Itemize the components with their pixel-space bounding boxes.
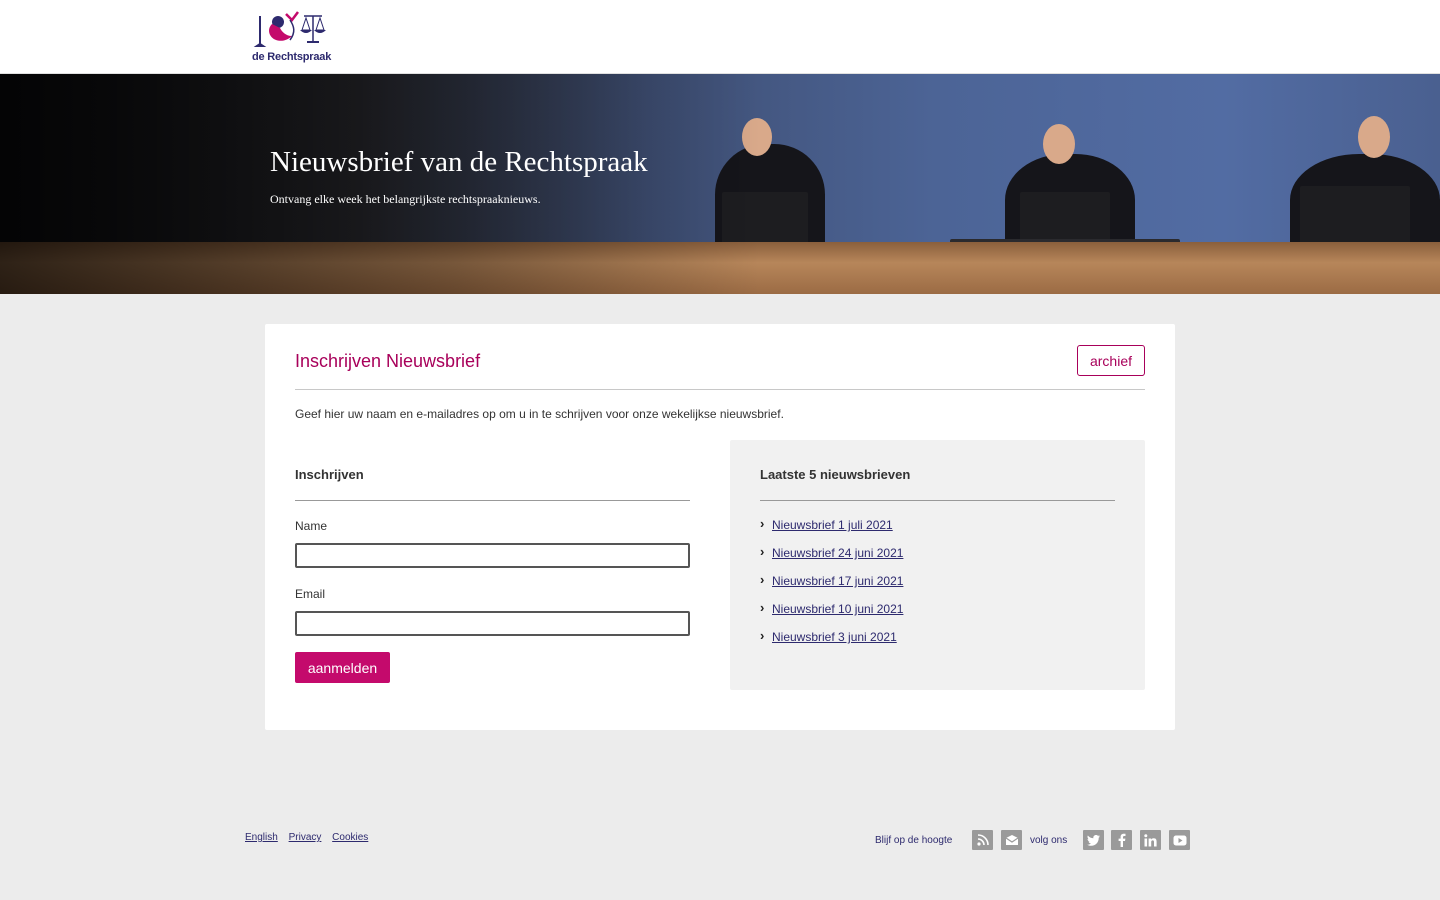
scales-of-justice-icon <box>253 11 326 47</box>
newsletter-link[interactable]: Nieuwsbrief 1 juli 2021 <box>772 518 893 532</box>
newsletter-list: › Nieuwsbrief 1 juli 2021 › Nieuwsbrief … <box>760 516 903 658</box>
email-label: Email <box>295 587 326 601</box>
footer-links: English Privacy Cookies <box>245 832 376 843</box>
list-item: › Nieuwsbrief 3 juni 2021 <box>760 628 903 658</box>
newsletter-card: Inschrijven Nieuwsbrief archief Geef hie… <box>265 324 1175 730</box>
rechtspraak-logo[interactable]: de Rechtspraak <box>250 10 334 64</box>
chevron-right-icon: › <box>760 628 765 643</box>
list-item: › Nieuwsbrief 24 juni 2021 <box>760 544 903 574</box>
hero-title: Nieuwsbrief van de Rechtspraak <box>270 146 648 178</box>
rss-icon[interactable] <box>972 830 993 850</box>
divider <box>760 500 1115 501</box>
hero-subtitle: Ontvang elke week het belangrijkste rech… <box>270 192 541 206</box>
hero-photo-face <box>1358 116 1390 158</box>
archive-button[interactable]: archief <box>1077 345 1145 376</box>
linkedin-icon[interactable] <box>1140 830 1161 850</box>
chevron-right-icon: › <box>760 516 765 531</box>
twitter-icon[interactable] <box>1083 830 1104 850</box>
name-input[interactable] <box>295 543 690 568</box>
facebook-icon[interactable] <box>1111 830 1132 850</box>
email-input[interactable] <box>295 611 690 636</box>
newsletter-link[interactable]: Nieuwsbrief 3 juni 2021 <box>772 630 897 644</box>
newsletter-link[interactable]: Nieuwsbrief 24 juni 2021 <box>772 546 903 560</box>
page-title: Inschrijven Nieuwsbrief <box>295 351 481 371</box>
latest-newsletters-panel: Laatste 5 nieuwsbrieven › Nieuwsbrief 1 … <box>730 440 1145 690</box>
subscribe-button[interactable]: aanmelden <box>295 652 390 683</box>
footer-link-cookies[interactable]: Cookies <box>332 832 368 843</box>
newsletter-link[interactable]: Nieuwsbrief 10 juni 2021 <box>772 602 903 616</box>
hero-photo-face <box>1043 124 1075 164</box>
latest-newsletters-heading: Laatste 5 nieuwsbrieven <box>760 467 911 482</box>
site-header: de Rechtspraak <box>0 0 1440 74</box>
newsletter-link[interactable]: Nieuwsbrief 17 juni 2021 <box>772 574 903 588</box>
footer-link-privacy[interactable]: Privacy <box>289 832 322 843</box>
hero-photo-monitor <box>1300 186 1410 246</box>
divider <box>295 389 1145 390</box>
list-item: › Nieuwsbrief 1 juli 2021 <box>760 516 903 546</box>
follow-us-label: volg ons <box>1030 835 1068 846</box>
footer-link-english[interactable]: English <box>245 832 278 843</box>
divider <box>295 500 690 501</box>
name-label: Name <box>295 519 328 533</box>
mail-icon[interactable] <box>1001 830 1022 850</box>
hero-banner: Nieuwsbrief van de Rechtspraak Ontvang e… <box>0 74 1440 294</box>
chevron-right-icon: › <box>760 600 765 615</box>
intro-text: Geef hier uw naam en e-mailadres op om u… <box>295 407 784 421</box>
list-item: › Nieuwsbrief 17 juni 2021 <box>760 572 903 602</box>
hero-photo-monitor <box>1020 192 1110 244</box>
youtube-icon[interactable] <box>1169 830 1190 850</box>
hero-overlay <box>0 74 760 294</box>
list-item: › Nieuwsbrief 10 juni 2021 <box>760 600 903 630</box>
chevron-right-icon: › <box>760 544 765 559</box>
chevron-right-icon: › <box>760 572 765 587</box>
logo-text: de Rechtspraak <box>252 51 332 63</box>
stay-updated-label: Blijf op de hoogte <box>875 835 953 846</box>
subscribe-heading: Inschrijven <box>295 467 364 482</box>
